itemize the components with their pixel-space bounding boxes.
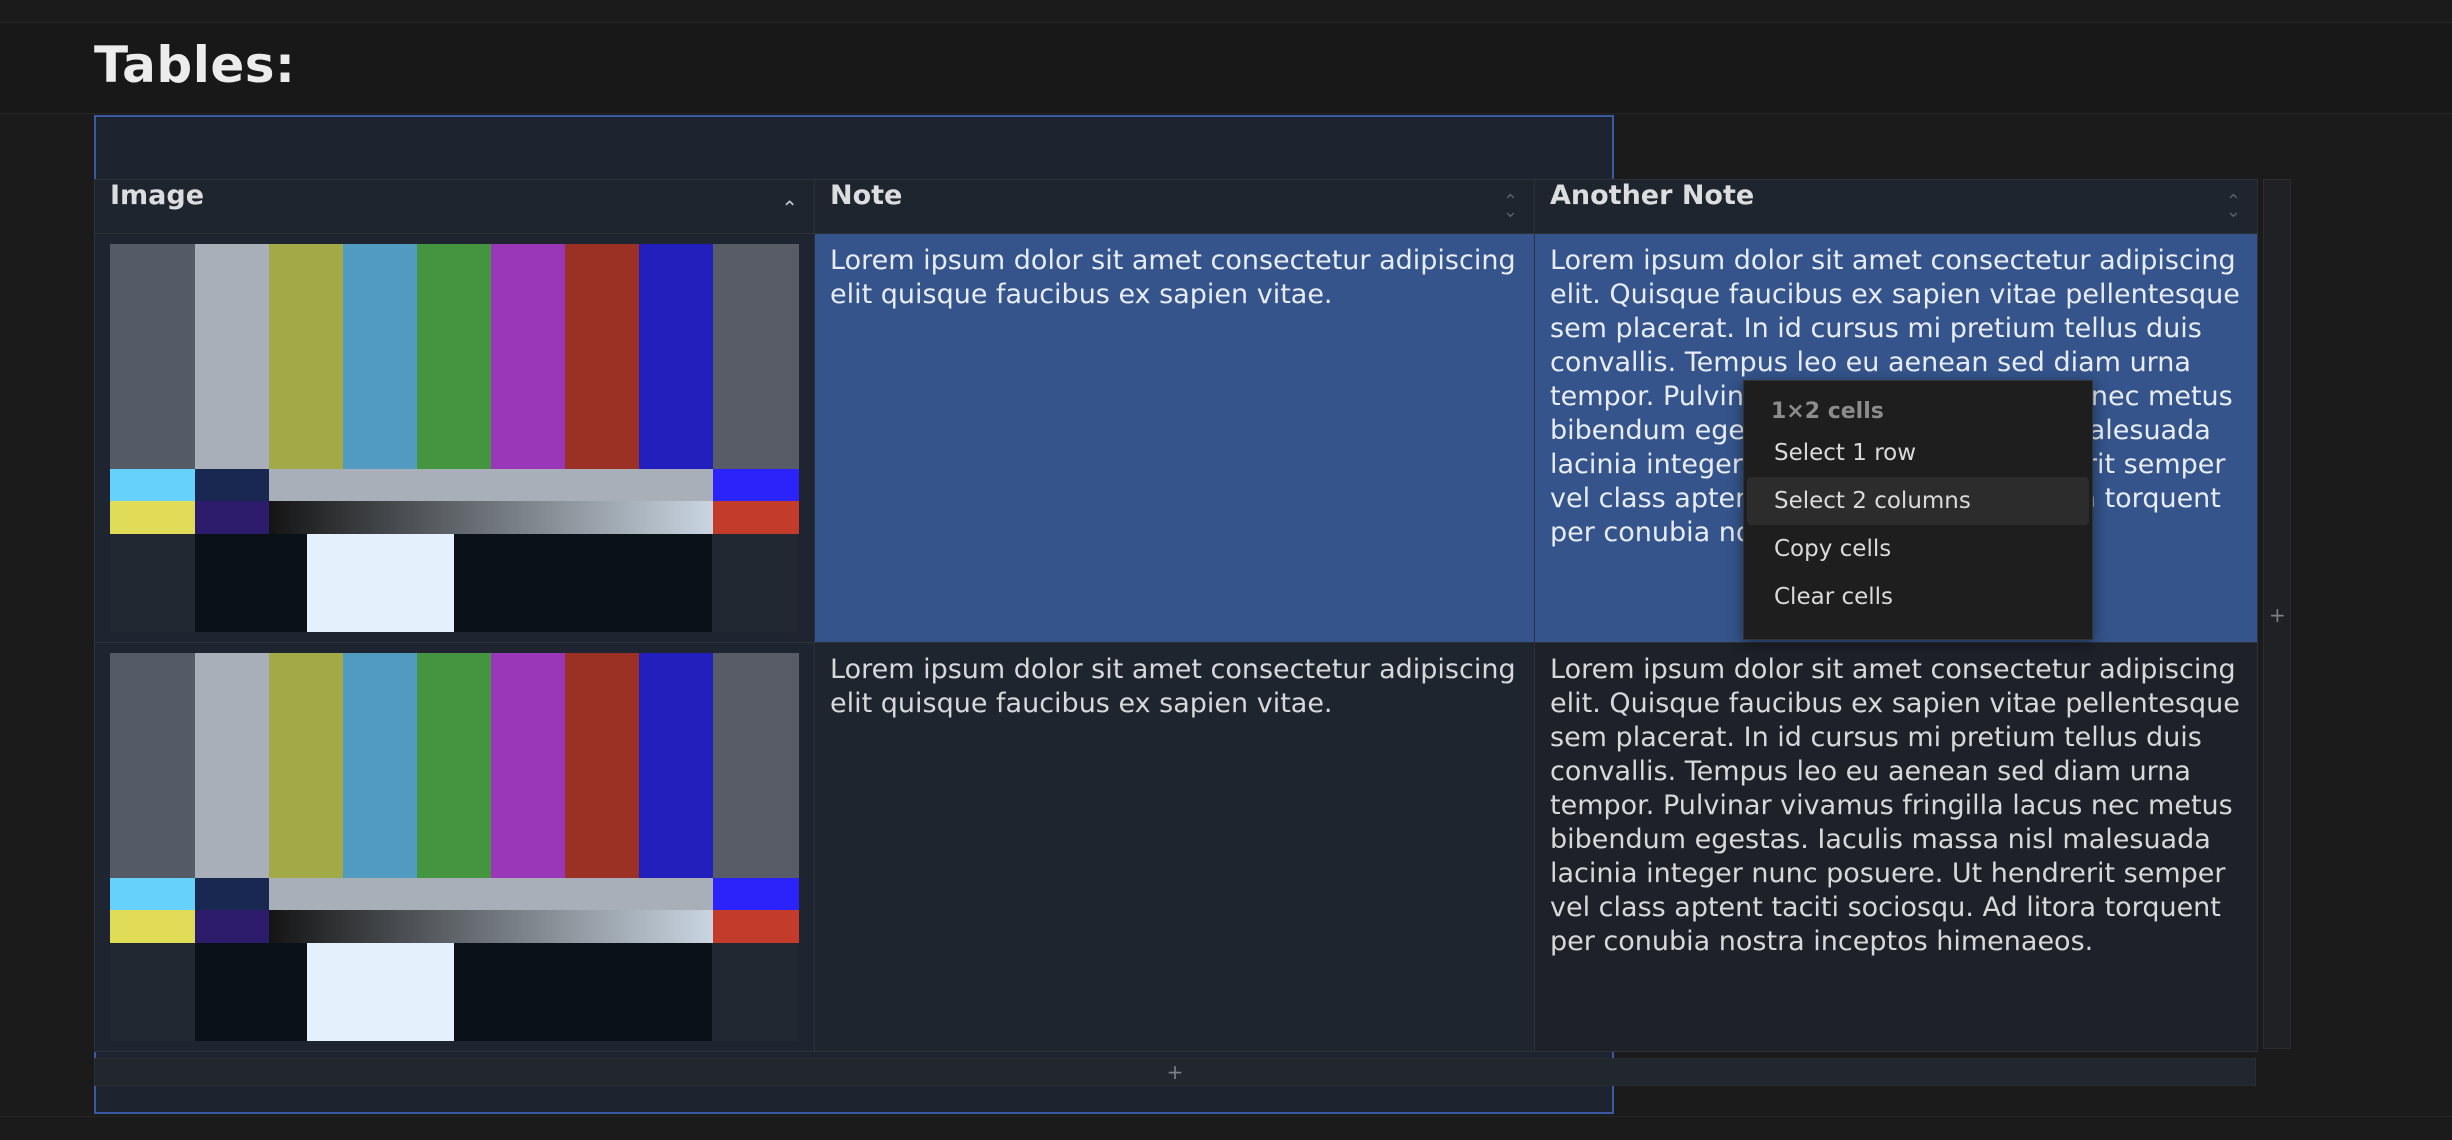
note-cell-selected[interactable]: Lorem ipsum dolor sit amet consectetur a… — [814, 233, 1535, 643]
sort-updown-icon[interactable]: ⌃ ⌄ — [1503, 193, 1518, 221]
bottom-divider — [0, 1116, 2452, 1117]
add-row-button[interactable]: + — [94, 1058, 2256, 1086]
column-header-note[interactable]: Note ⌃ ⌄ — [814, 179, 1535, 234]
column-header-image[interactable]: Image ⌃ — [94, 179, 815, 234]
image-cell[interactable] — [94, 642, 815, 1052]
menu-item-copy-cells[interactable]: Copy cells — [1747, 525, 2089, 573]
context-menu-header: 1×2 cells — [1771, 399, 1884, 424]
plus-icon: + — [2269, 603, 2286, 627]
column-header-another-note[interactable]: Another Note ⌃ ⌄ — [1534, 179, 2258, 234]
column-header-label: Note — [830, 180, 903, 211]
menu-item-clear-cells[interactable]: Clear cells — [1747, 573, 2089, 621]
column-header-label: Image — [110, 180, 205, 211]
sort-updown-icon[interactable]: ⌃ ⌄ — [2226, 193, 2241, 221]
table-row: Lorem ipsum dolor sit amet consectetur a… — [94, 642, 2258, 1052]
note-cell[interactable]: Lorem ipsum dolor sit amet consectetur a… — [814, 642, 1535, 1052]
test-pattern-image — [110, 244, 799, 632]
test-pattern-image — [110, 653, 799, 1041]
add-column-button[interactable]: + — [2263, 179, 2291, 1049]
title-bar — [0, 23, 2452, 114]
another-note-cell[interactable]: Lorem ipsum dolor sit amet consectetur a… — [1534, 642, 2258, 1052]
column-header-label: Another Note — [1550, 180, 1755, 211]
menu-item-select-row[interactable]: Select 1 row — [1747, 429, 2089, 477]
menu-item-select-columns[interactable]: Select 2 columns — [1747, 477, 2089, 525]
table-header-row: Image ⌃ Note ⌃ ⌄ Another Note ⌃ ⌄ — [94, 179, 2258, 234]
chevron-up-icon[interactable]: ⌃ — [781, 196, 798, 220]
page-title: Tables: — [94, 36, 296, 94]
image-cell[interactable] — [94, 233, 815, 643]
context-menu: 1×2 cells Select 1 row Select 2 columns … — [1743, 380, 2093, 640]
